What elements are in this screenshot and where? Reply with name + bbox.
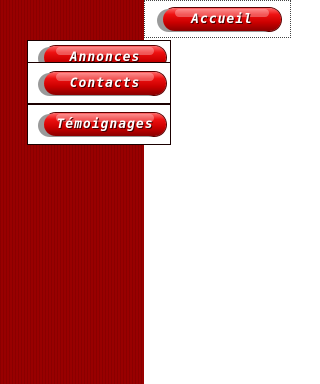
accueil-label: Accueil — [191, 12, 253, 27]
nav-item-temoignages[interactable]: Témoignages — [27, 104, 171, 145]
nav-item-contacts[interactable]: Contacts — [27, 62, 171, 104]
accueil-button[interactable]: Accueil — [163, 8, 281, 31]
nav-item-accueil[interactable]: Accueil — [144, 0, 291, 38]
nav-item-annonces[interactable]: Annonces — [27, 40, 171, 64]
temoignages-button[interactable]: Témoignages — [44, 113, 166, 136]
temoignages-label: Témoignages — [56, 117, 154, 132]
contacts-label: Contacts — [69, 76, 141, 91]
contacts-button[interactable]: Contacts — [44, 72, 166, 95]
annonces-label: Annonces — [69, 50, 141, 64]
